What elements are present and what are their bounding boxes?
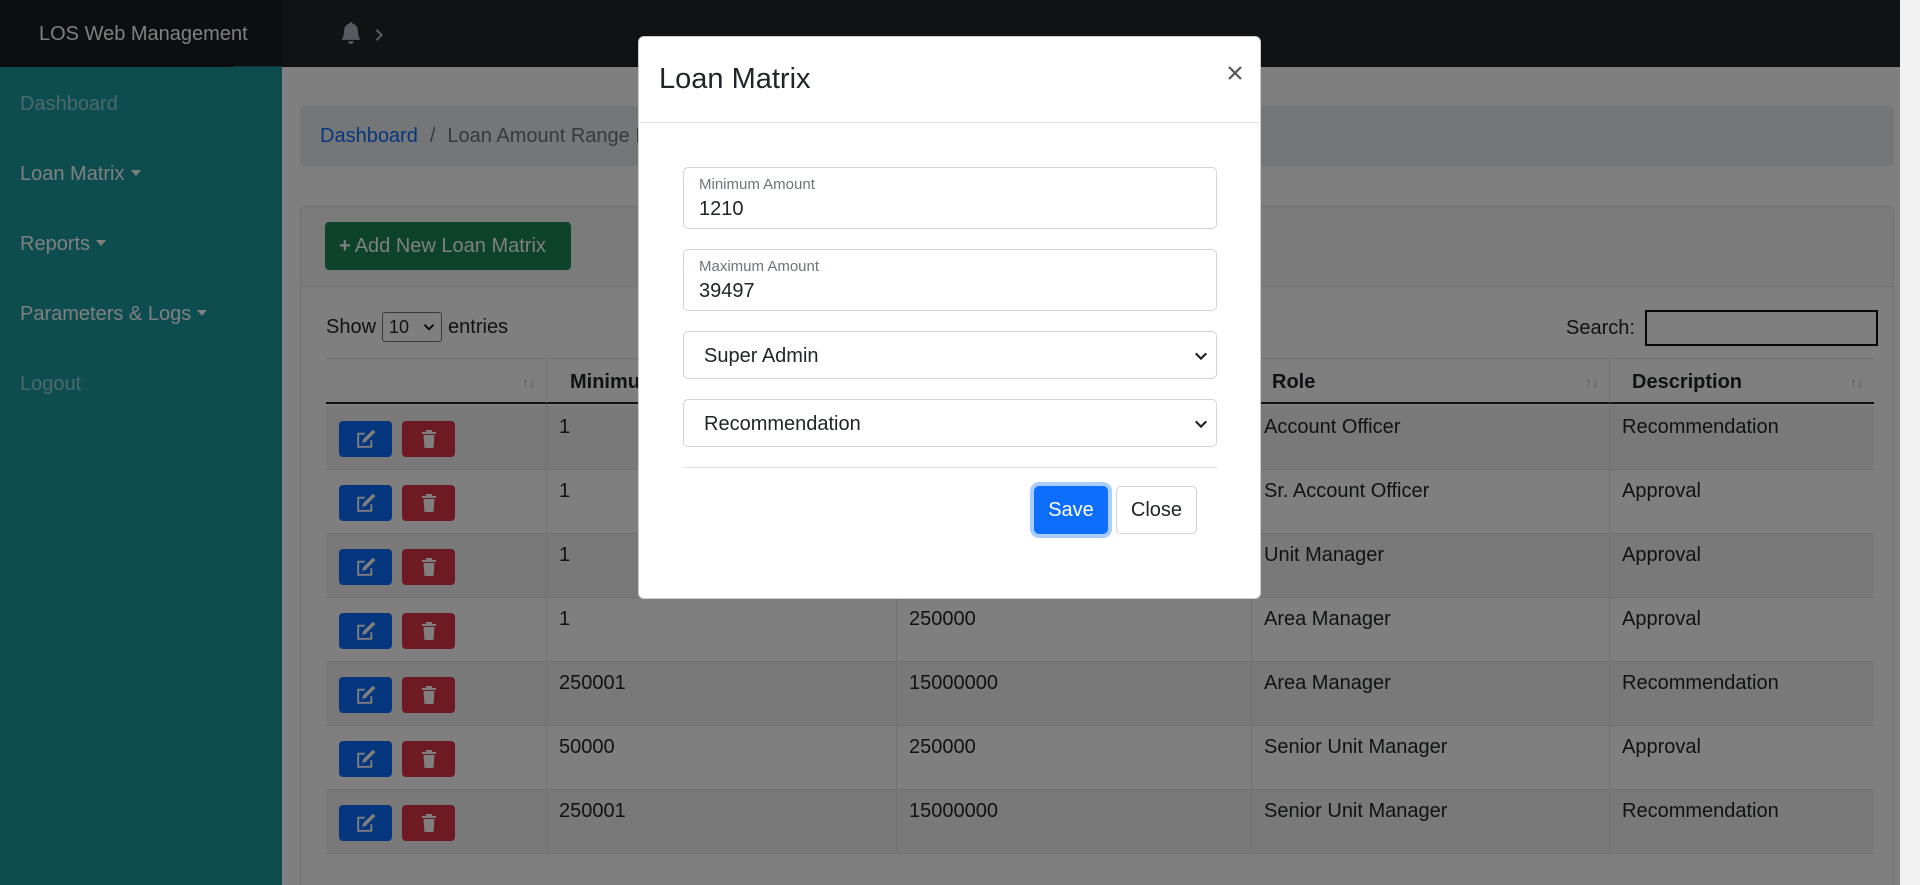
chevron-down-icon	[1194, 352, 1208, 361]
close-icon[interactable]	[1221, 59, 1249, 87]
modal-title: Loan Matrix	[659, 63, 811, 95]
minimum-amount-label: Minimum Amount	[699, 176, 815, 193]
maximum-amount-value[interactable]: 39497	[699, 280, 755, 303]
page-scrollbar[interactable]	[1900, 0, 1920, 885]
maximum-amount-field[interactable]: Maximum Amount 39497	[683, 249, 1217, 311]
modal-header-divider	[639, 122, 1260, 123]
save-button[interactable]: Save	[1034, 486, 1108, 534]
description-select[interactable]: Recommendation	[683, 399, 1217, 447]
loan-matrix-modal: Loan Matrix Minimum Amount 1210 Maximum …	[638, 36, 1261, 599]
modal-footer-divider	[683, 467, 1217, 468]
chevron-down-icon	[1194, 420, 1208, 429]
minimum-amount-field[interactable]: Minimum Amount 1210	[683, 167, 1217, 229]
close-button[interactable]: Close	[1116, 486, 1197, 534]
role-select[interactable]: Super Admin	[683, 331, 1217, 379]
maximum-amount-label: Maximum Amount	[699, 258, 820, 275]
minimum-amount-value[interactable]: 1210	[699, 198, 744, 221]
